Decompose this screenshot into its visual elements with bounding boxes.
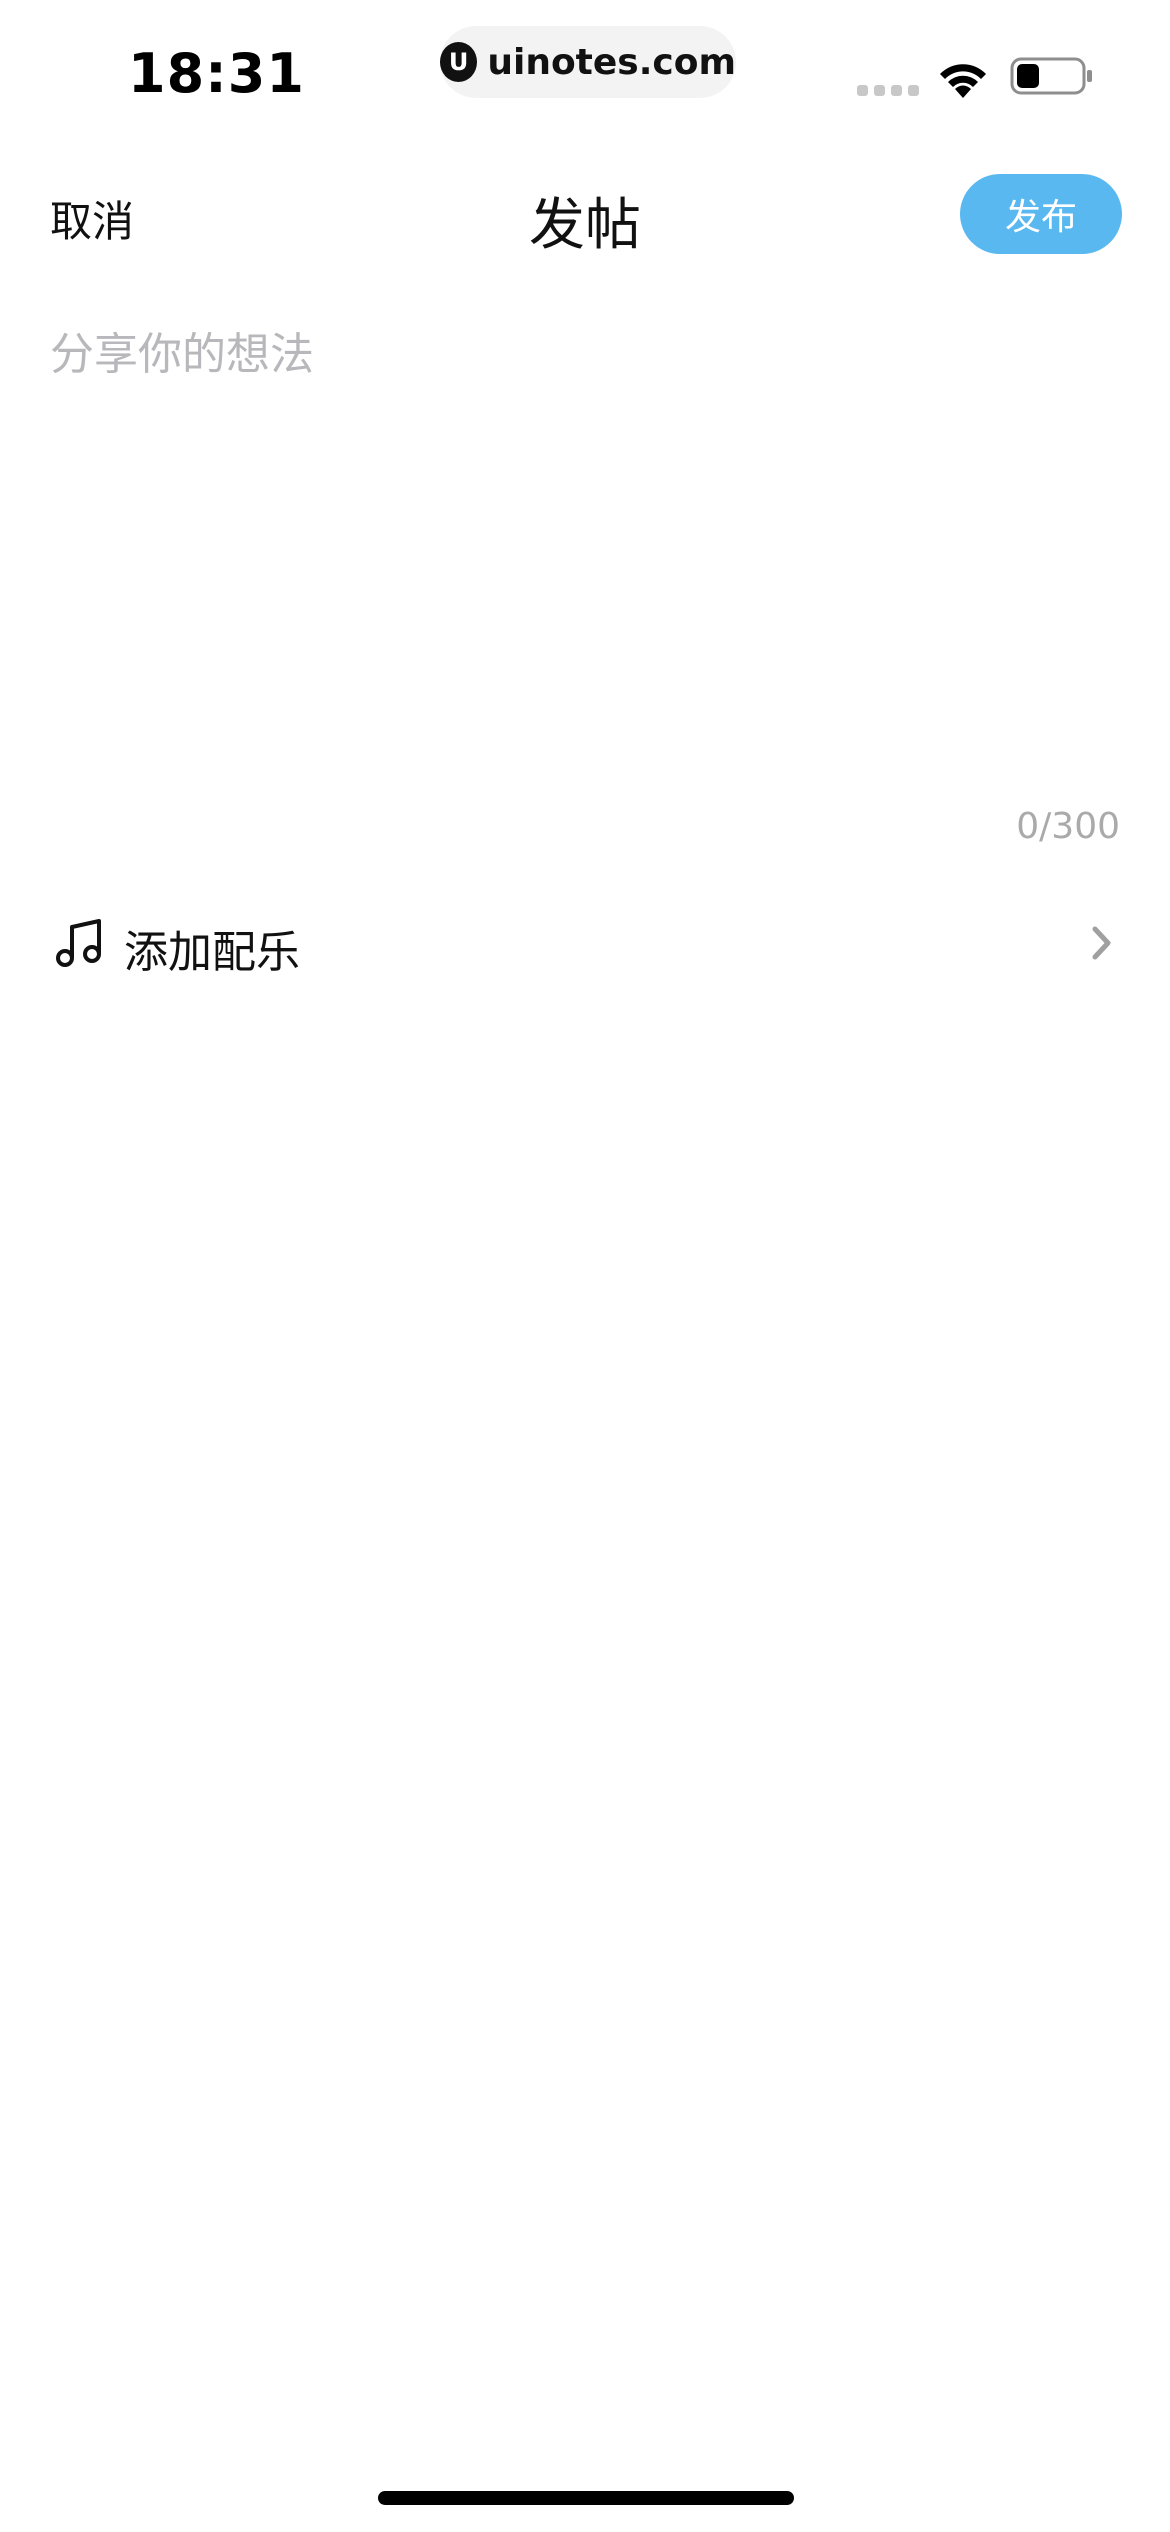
url-pill[interactable]: U uinotes.com [440,26,736,98]
url-text: uinotes.com [487,41,736,83]
publish-button[interactable]: 发布 [960,174,1122,254]
music-note-icon [56,919,101,967]
battery-icon [1010,57,1092,95]
site-logo-icon: U [440,42,478,82]
nav-bar: 取消 发帖 发布 [0,160,1170,270]
status-time: 18:31 [128,42,305,105]
home-indicator [378,2491,794,2505]
character-counter: 0/300 [1016,806,1120,847]
chevron-right-icon [1092,926,1111,960]
status-bar: 18:31 U uinotes.com [0,0,1170,150]
add-music-row[interactable]: 添加配乐 [0,898,1170,988]
post-compose-screen: 18:31 U uinotes.com 取消 发帖 发布 0/300 [0,0,1170,2532]
post-content-input[interactable] [50,318,1120,778]
cellular-signal-icon [857,85,925,96]
wifi-icon [940,64,986,98]
add-music-label: 添加配乐 [124,927,300,978]
